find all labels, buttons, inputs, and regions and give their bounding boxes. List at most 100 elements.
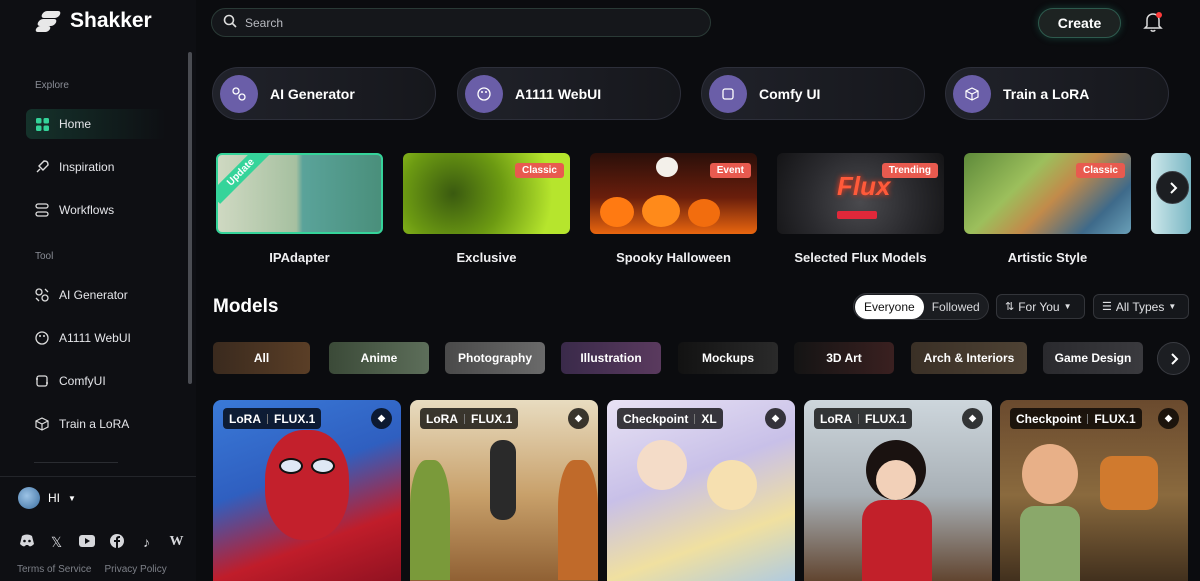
rocket-icon <box>35 160 49 174</box>
app-logo[interactable]: Shakker <box>34 9 152 33</box>
footer-links: Terms of Service Privacy Policy <box>17 564 167 575</box>
sidebar: Shakker Explore Home Inspiration Workflo… <box>0 0 196 581</box>
model-card[interactable]: LoRA FLUX.1 ◆ <box>410 400 598 581</box>
model-badge-icon: ◆ <box>962 408 983 429</box>
category-mockups[interactable]: Mockups <box>678 342 778 374</box>
x-icon[interactable]: 𝕏 <box>48 534 65 551</box>
sidebar-item-home[interactable]: Home <box>26 109 166 139</box>
sidebar-item-label: Workflows <box>59 203 115 217</box>
collection-card-artistic-style[interactable]: Classic Artistic Style <box>964 153 1131 265</box>
sidebar-item-ai-generator[interactable]: AI Generator <box>26 280 166 310</box>
categories-next-button[interactable] <box>1157 342 1190 375</box>
sidebar-item-train-lora[interactable]: Train a LoRA <box>26 409 166 439</box>
chevron-down-icon: ▼ <box>1063 302 1072 311</box>
search-icon <box>223 14 237 31</box>
sidebar-item-label: Home <box>59 117 92 131</box>
model-badge-icon: ◆ <box>765 408 786 429</box>
category-arch-interiors[interactable]: Arch & Interiors <box>911 342 1027 374</box>
type-label: All Types <box>1115 299 1165 314</box>
tool-card-label: A1111 WebUI <box>515 85 602 102</box>
facebook-icon[interactable] <box>108 534 125 551</box>
collection-badge: Classic <box>514 163 564 178</box>
sort-dropdown[interactable]: ⇅ For You ▼ <box>996 294 1085 319</box>
notification-dot <box>1156 12 1162 18</box>
sidebar-item-inspiration[interactable]: Inspiration <box>26 152 166 182</box>
search-placeholder: Search <box>245 15 284 30</box>
toggle-everyone[interactable]: Everyone <box>855 294 924 319</box>
model-card[interactable]: LoRA FLUX.1 ◆ <box>804 400 992 581</box>
collection-card-ipadapter[interactable]: Update IPAdapter <box>216 153 383 265</box>
model-badge-icon: ◆ <box>568 408 589 429</box>
tool-card-comfy-ui[interactable]: Comfy UI <box>701 67 925 120</box>
sidebar-item-comfyui[interactable]: ComfyUI <box>26 366 166 396</box>
category-all[interactable]: All <box>213 342 310 374</box>
category-anime[interactable]: Anime <box>329 342 429 374</box>
chevron-down-icon: ▼ <box>1168 302 1177 311</box>
w-icon[interactable]: W <box>168 534 185 551</box>
collection-title: Spooky Halloween <box>616 250 731 265</box>
model-badge-icon: ◆ <box>1158 408 1179 429</box>
sidebar-scrollbar[interactable] <box>188 52 192 384</box>
tiktok-icon[interactable]: ♪ <box>138 534 155 551</box>
sort-label: For You <box>1018 299 1060 314</box>
type-dropdown[interactable]: ☰ All Types ▼ <box>1093 294 1189 319</box>
collection-card-spooky-halloween[interactable]: Event Spooky Halloween <box>590 153 757 265</box>
workflow-icon <box>35 203 49 217</box>
model-card[interactable]: LoRA FLUX.1 ◆ <box>213 400 401 581</box>
update-ribbon: Update <box>218 155 273 204</box>
user-name: HI <box>48 491 60 505</box>
avatar <box>18 487 40 509</box>
sidebar-divider <box>34 462 118 463</box>
collection-title: IPAdapter <box>269 250 330 265</box>
category-photography[interactable]: Photography <box>445 342 545 374</box>
palette-icon <box>35 331 49 345</box>
model-type-tag: Checkpoint FLUX.1 <box>1010 408 1142 429</box>
collection-image: Flux Trending <box>777 153 944 234</box>
filter-icon: ☰ <box>1102 301 1112 313</box>
collection-card-selected-flux-models[interactable]: Flux Trending Selected Flux Models <box>777 153 944 265</box>
category-illustration[interactable]: Illustration <box>561 342 661 374</box>
notification-button[interactable] <box>1143 11 1163 33</box>
sidebar-item-a1111-webui[interactable]: A1111 WebUI <box>26 323 166 353</box>
sidebar-item-label: ComfyUI <box>59 374 106 388</box>
app-root: Shakker Explore Home Inspiration Workflo… <box>0 0 1200 581</box>
model-card[interactable]: Checkpoint FLUX.1 ◆ <box>1000 400 1188 581</box>
search-input[interactable]: Search <box>211 8 711 37</box>
sidebar-item-label: AI Generator <box>59 288 128 302</box>
tool-card-ai-generator[interactable]: AI Generator <box>212 67 436 120</box>
sort-icon: ⇅ <box>1005 301 1015 313</box>
audience-toggle[interactable]: Everyone Followed <box>853 293 989 320</box>
sidebar-item-label: Inspiration <box>59 160 115 174</box>
comfy-icon <box>709 74 747 113</box>
collections-next-button[interactable] <box>1156 171 1189 204</box>
category-3d-art[interactable]: 3D Art <box>794 342 894 374</box>
youtube-icon[interactable] <box>78 534 95 551</box>
model-type-tag: LoRA FLUX.1 <box>223 408 322 429</box>
tool-card-label: Train a LoRA <box>1003 85 1090 102</box>
tool-card-label: AI Generator <box>270 85 355 102</box>
model-card[interactable]: Checkpoint XL ◆ <box>607 400 795 581</box>
privacy-link[interactable]: Privacy Policy <box>104 564 166 575</box>
terms-link[interactable]: Terms of Service <box>17 564 91 575</box>
sidebar-item-label: Train a LoRA <box>59 417 130 431</box>
collection-badge: Trending <box>881 163 938 178</box>
collection-card-exclusive[interactable]: Classic Exclusive <box>403 153 570 265</box>
sidebar-item-label: A1111 WebUI <box>59 331 131 345</box>
category-game-design[interactable]: Game Design <box>1043 342 1143 374</box>
chevron-right-icon <box>1170 352 1178 365</box>
collection-title: Exclusive <box>456 250 517 265</box>
caret-down-icon: ▼ <box>68 493 76 503</box>
discord-icon[interactable] <box>18 534 35 551</box>
collection-image: Event <box>590 153 757 234</box>
collection-image: Update <box>216 153 383 234</box>
tool-card-train-lora[interactable]: Train a LoRA <box>945 67 1169 120</box>
toggle-followed[interactable]: Followed <box>924 300 980 314</box>
sidebar-item-workflows[interactable]: Workflows <box>26 195 166 225</box>
sidebar-footer: HI ▼ 𝕏 ♪ W Terms of Service Privacy Poli… <box>0 476 196 581</box>
create-button[interactable]: Create <box>1038 8 1121 38</box>
social-links: 𝕏 ♪ W <box>18 534 185 551</box>
cube-icon <box>35 417 49 431</box>
models-title: Models <box>213 296 279 317</box>
user-menu[interactable]: HI ▼ <box>18 487 76 509</box>
tool-card-a1111-webui[interactable]: A1111 WebUI <box>457 67 681 120</box>
